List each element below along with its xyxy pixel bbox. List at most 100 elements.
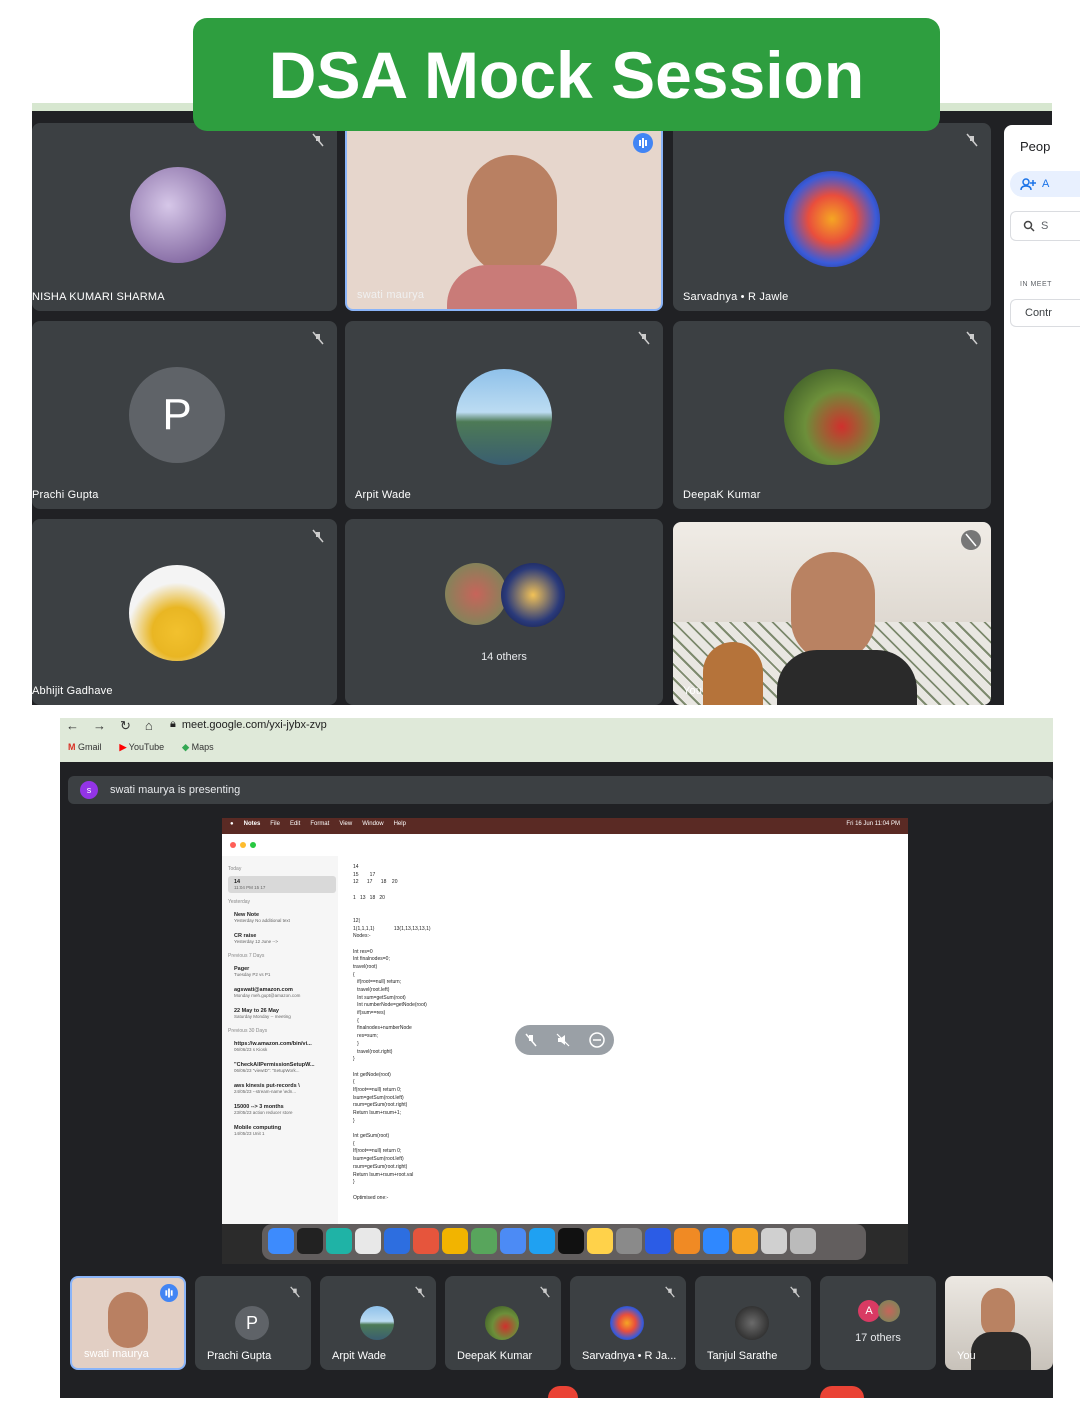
participant-name: Tanjul Sarathe xyxy=(707,1350,778,1362)
menu-help[interactable]: Help xyxy=(394,821,406,827)
dock-app-icon[interactable] xyxy=(790,1228,816,1254)
dock-app-icon[interactable] xyxy=(326,1228,352,1254)
bookmarks-bar: M Gmail ▶ YouTube ◆ Maps xyxy=(68,742,214,753)
menu-view[interactable]: View xyxy=(339,821,352,827)
note-list-item[interactable]: CR raise Yesterday 12 June --> xyxy=(228,930,336,947)
menu-notes[interactable]: Notes xyxy=(244,821,261,827)
dock-app-icon[interactable] xyxy=(558,1228,584,1254)
dock-app-icon[interactable] xyxy=(616,1228,642,1254)
forward-icon[interactable]: → xyxy=(93,718,106,734)
participant-tile[interactable]: Tanjul Sarathe xyxy=(695,1276,811,1370)
back-icon[interactable]: ← xyxy=(66,718,79,734)
browser-toolbar: ← → ↻ ⌂ 🔒︎ meet.google.com/yxi-jybx-zvp … xyxy=(60,718,1053,762)
participant-tile[interactable]: Sarvadnya • R Jawle xyxy=(673,123,991,311)
dock-app-icon[interactable] xyxy=(297,1228,323,1254)
zoom-icon[interactable] xyxy=(250,842,256,848)
dock-app-icon[interactable] xyxy=(384,1228,410,1254)
note-subtitle: Monday meh.gupt@amazon.com xyxy=(234,993,301,998)
participant-name: Arpit Wade xyxy=(332,1350,387,1362)
participant-tile[interactable]: DeepaK Kumar xyxy=(673,321,991,509)
people-panel: Peop A S IN MEET Contr xyxy=(1004,125,1080,705)
note-list-item[interactable]: 15000 --> 3 months 23/05/23 action reduce… xyxy=(228,1101,336,1118)
end-call-button[interactable] xyxy=(820,1386,864,1398)
participant-tile[interactable]: P Prachi Gupta xyxy=(32,321,337,509)
participant-tile-group[interactable]: 14 others xyxy=(345,519,663,705)
add-label: A xyxy=(1042,178,1050,190)
menu-edit[interactable]: Edit xyxy=(290,821,300,827)
dock-app-icon[interactable] xyxy=(355,1228,381,1254)
menu-window[interactable]: Window xyxy=(362,821,383,827)
dock-app-icon[interactable] xyxy=(587,1228,613,1254)
participant-name: swati maurya xyxy=(357,289,425,301)
note-list-item[interactable]: Pager Tuesday P2 vs P1 xyxy=(228,963,336,980)
dock-app-icon[interactable] xyxy=(471,1228,497,1254)
participant-tile-speaking[interactable]: swati maurya xyxy=(345,123,663,311)
bookmark-youtube[interactable]: ▶ YouTube xyxy=(120,742,165,753)
participant-name: Sarvadnya • R Jawle xyxy=(683,291,789,303)
participant-tile[interactable]: DeepaK Kumar xyxy=(445,1276,561,1370)
participant-tile[interactable]: P Prachi Gupta xyxy=(195,1276,311,1370)
participant-name: Abhijit Gadhave xyxy=(32,685,113,697)
video-shoulders xyxy=(971,1332,1031,1370)
participant-tile-self[interactable]: You xyxy=(945,1276,1053,1370)
minimize-icon[interactable] xyxy=(240,842,246,848)
dock-app-icon[interactable] xyxy=(761,1228,787,1254)
note-line: Int numberNode=getNode(root) xyxy=(353,1002,427,1009)
note-line: 12 17 18 20 xyxy=(353,879,398,886)
note-list-item[interactable]: New Note Yesterday No additional text xyxy=(228,909,336,926)
add-people-button[interactable]: A xyxy=(1010,171,1080,197)
nav-buttons: ← → ↻ ⌂ xyxy=(66,718,153,734)
participant-name: DeepaK Kumar xyxy=(457,1350,533,1362)
url-bar[interactable]: 🔒︎ meet.google.com/yxi-jybx-zvp xyxy=(170,718,327,731)
menu-format[interactable]: Format xyxy=(310,821,329,827)
note-list-item[interactable]: https://w.amazon.com/bin/vi... 06/06/23 s… xyxy=(228,1038,336,1055)
participant-tile-speaking[interactable]: swati maurya xyxy=(70,1276,186,1370)
participant-tile[interactable]: Arpit Wade xyxy=(345,321,663,509)
participant-tile[interactable]: NISHA KUMARI SHARMA xyxy=(32,123,337,311)
note-line xyxy=(353,902,553,910)
remove-icon[interactable] xyxy=(589,1032,605,1048)
mic-off-icon xyxy=(290,1286,300,1298)
note-list-item[interactable]: agswati@amazon.com Monday meh.gupt@amazon… xyxy=(228,984,336,1001)
participant-tile-self[interactable]: You xyxy=(673,522,991,705)
note-line: { xyxy=(353,971,355,978)
note-list-item[interactable]: 14 11:04 PM 15 17 xyxy=(228,876,336,893)
volume-off-icon[interactable] xyxy=(556,1033,570,1047)
reload-icon[interactable]: ↻ xyxy=(120,718,131,734)
dock-app-icon[interactable] xyxy=(442,1228,468,1254)
close-icon[interactable] xyxy=(230,842,236,848)
participant-tile-group[interactable]: A 17 others xyxy=(820,1276,936,1370)
note-line: 15 17 xyxy=(353,871,376,878)
note-list-item[interactable]: "CheckAllPermissionSetupW... 06/06/23 "vi… xyxy=(228,1059,336,1076)
note-list-item[interactable]: Mobile computing 14/05/23 Unit 1 xyxy=(228,1122,336,1139)
dock-app-icon[interactable] xyxy=(674,1228,700,1254)
dock-app-icon[interactable] xyxy=(645,1228,671,1254)
note-subtitle: 11:04 PM 15 17 xyxy=(234,885,266,890)
note-line xyxy=(353,887,553,895)
participant-tile[interactable]: Arpit Wade xyxy=(320,1276,436,1370)
dock-app-icon[interactable] xyxy=(703,1228,729,1254)
dock-app-icon[interactable] xyxy=(413,1228,439,1254)
title-banner: DSA Mock Session xyxy=(193,18,940,131)
dock-app-icon[interactable] xyxy=(529,1228,555,1254)
note-line xyxy=(353,1064,553,1072)
home-icon[interactable]: ⌂ xyxy=(145,718,153,734)
dock-app-icon[interactable] xyxy=(500,1228,526,1254)
note-line: if(root==null) return; xyxy=(353,979,402,986)
contributors-section[interactable]: Contr xyxy=(1010,299,1080,327)
presenting-text: swati maurya is presenting xyxy=(110,784,241,796)
mic-off-icon[interactable] xyxy=(524,1033,538,1047)
raise-hand-button[interactable] xyxy=(548,1386,578,1398)
note-list-item[interactable]: aws kinesis put-records \ 24/05/23 --stre… xyxy=(228,1080,336,1097)
menu-file[interactable]: File xyxy=(270,821,280,827)
dock-app-icon[interactable] xyxy=(268,1228,294,1254)
mic-off-icon xyxy=(415,1286,425,1298)
bookmark-maps[interactable]: ◆ Maps xyxy=(182,742,213,753)
participant-tile[interactable]: Abhijit Gadhave xyxy=(32,519,337,705)
dock-app-icon[interactable] xyxy=(732,1228,758,1254)
note-list-item[interactable]: 22 May to 26 May Saturday Monday -- meeti… xyxy=(228,1005,336,1022)
search-people-input[interactable]: S xyxy=(1010,211,1080,241)
participant-tile[interactable]: Sarvadnya • R Ja... xyxy=(570,1276,686,1370)
bookmark-gmail[interactable]: M Gmail xyxy=(68,742,102,753)
initial-avatar: P xyxy=(235,1306,269,1340)
